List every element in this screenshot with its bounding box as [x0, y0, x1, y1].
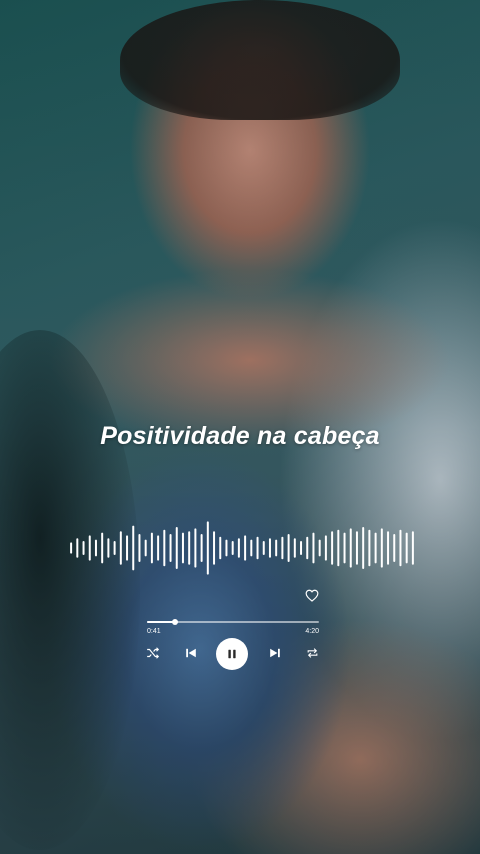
waveform-bar — [181, 532, 184, 564]
waveform-bar — [126, 535, 129, 561]
waveform-bar — [132, 525, 135, 571]
skip-previous-icon[interactable] — [183, 645, 199, 661]
waveform-bar — [119, 531, 122, 565]
total-time: 4:20 — [305, 628, 319, 635]
waveform-bar — [237, 538, 240, 558]
waveform-bar — [250, 539, 253, 557]
progress-bar[interactable] — [147, 619, 319, 625]
waveform-bar — [343, 532, 346, 564]
waveform-bar — [374, 532, 377, 564]
waveform-bar — [188, 531, 191, 565]
waveform-bar — [387, 531, 390, 565]
waveform-bar — [368, 529, 371, 567]
waveform-bar — [88, 535, 91, 561]
waveform-bar — [337, 529, 340, 567]
waveform-bar — [405, 532, 408, 564]
repeat-icon[interactable] — [304, 645, 320, 661]
waveform-bar — [82, 541, 85, 555]
waveform-bar — [324, 535, 327, 561]
waveform-bar — [318, 539, 321, 557]
waveform-bar — [144, 539, 147, 557]
waveform-bar — [268, 538, 271, 558]
waveform-bar — [380, 528, 383, 568]
skip-next-icon[interactable] — [267, 645, 283, 661]
waveform-bar — [157, 535, 160, 561]
waveform-bar — [312, 532, 315, 564]
waveform-bar — [256, 536, 259, 560]
waveform-bar — [107, 538, 110, 558]
waveform-bar — [287, 534, 290, 562]
waveform-bar — [355, 531, 358, 565]
shuffle-icon[interactable] — [145, 645, 161, 661]
waveform-bar — [206, 521, 209, 575]
progress-fill — [147, 621, 175, 623]
waveform-bar — [244, 535, 247, 561]
song-title: Positividade na cabeça — [100, 422, 380, 450]
waveform-bar — [138, 534, 141, 562]
waveform-bar — [300, 541, 303, 555]
waveform-bar — [293, 538, 296, 558]
waveform-bar — [225, 539, 228, 557]
waveform-bar — [113, 541, 116, 555]
waveform-bar — [393, 534, 396, 562]
elapsed-time: 0:41 — [147, 628, 161, 635]
story-background: Positividade na cabeça 0:41 4:20 — [0, 0, 480, 854]
pause-icon — [228, 649, 236, 659]
waveform-bar — [231, 541, 234, 555]
waveform-bar — [331, 531, 334, 565]
waveform-bar — [94, 539, 97, 557]
waveform-bar — [213, 531, 216, 565]
waveform-bar — [219, 536, 222, 560]
pause-button[interactable] — [216, 638, 248, 670]
waveform-bar — [194, 528, 197, 568]
waveform-bar — [175, 527, 178, 569]
waveform-bar — [349, 528, 352, 568]
waveform-bar — [306, 536, 309, 560]
waveform-bar — [76, 538, 79, 558]
waveform-bar — [411, 531, 414, 565]
heart-icon[interactable] — [304, 587, 320, 603]
waveform-bar — [275, 539, 278, 557]
waveform-bar — [399, 529, 402, 567]
waveform-bar — [70, 542, 73, 554]
waveform-bar — [262, 541, 265, 555]
waveform-bar — [101, 532, 104, 564]
waveform-bar — [150, 532, 153, 564]
waveform-bar — [281, 536, 284, 560]
audio-waveform — [70, 521, 414, 575]
waveform-bar — [362, 527, 365, 569]
progress-knob[interactable] — [171, 619, 178, 625]
waveform-bar — [169, 534, 172, 562]
waveform-bar — [163, 529, 166, 567]
waveform-bar — [200, 534, 203, 562]
